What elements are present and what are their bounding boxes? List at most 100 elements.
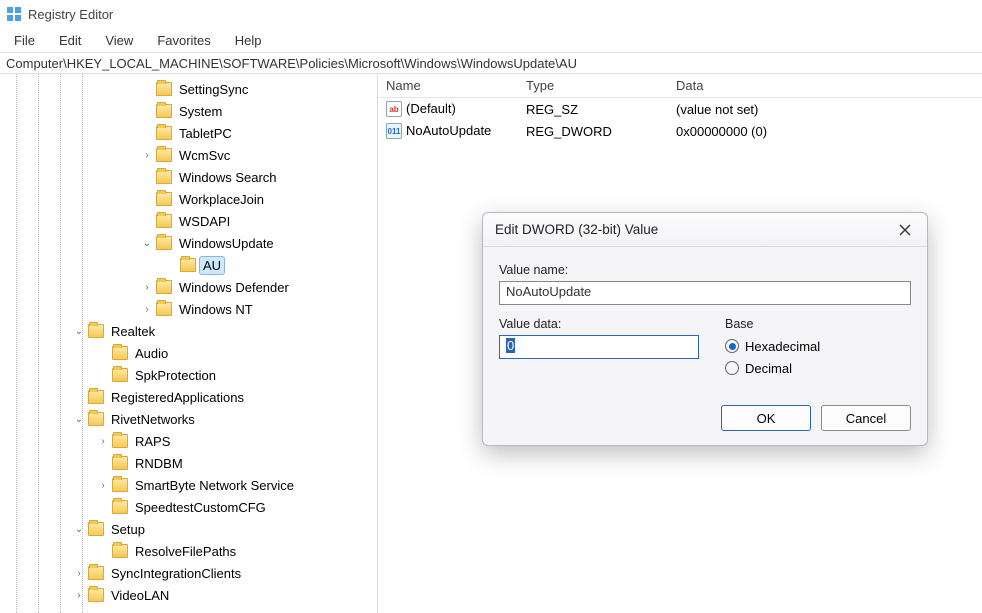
radio-decimal[interactable]: Decimal <box>725 357 820 379</box>
tree-node[interactable]: ›Windows NT <box>0 298 377 320</box>
chevron-down-icon[interactable]: ⌄ <box>72 414 86 425</box>
folder-icon <box>88 324 104 338</box>
tree-node[interactable]: · SettingSync <box>0 78 377 100</box>
folder-icon <box>156 214 172 228</box>
tree-node[interactable]: ⌄RivetNetworks <box>0 408 377 430</box>
tree-node[interactable]: ›SmartByte Network Service <box>0 474 377 496</box>
folder-icon <box>156 82 172 96</box>
folder-icon <box>88 566 104 580</box>
tree-node[interactable]: · AU <box>0 254 377 276</box>
tree-node[interactable]: ·Audio <box>0 342 377 364</box>
cancel-button[interactable]: Cancel <box>821 405 911 431</box>
folder-icon <box>88 522 104 536</box>
folder-icon <box>156 302 172 316</box>
app-icon <box>6 6 22 22</box>
tree-node[interactable]: ·RNDBM <box>0 452 377 474</box>
chevron-right-icon[interactable]: › <box>140 150 154 161</box>
tree-node-label: RNDBM <box>132 455 186 472</box>
col-header-type[interactable]: Type <box>518 78 668 93</box>
chevron-down-icon[interactable]: ⌄ <box>72 326 86 337</box>
tree-node[interactable]: ·WSDAPI <box>0 210 377 232</box>
tree-spacer: · <box>164 260 178 271</box>
folder-icon <box>156 148 172 162</box>
tree-node-label: SyncIntegrationClients <box>108 565 244 582</box>
folder-icon <box>156 170 172 184</box>
tree-node-label: SettingSync <box>176 81 251 98</box>
chevron-right-icon[interactable]: › <box>140 282 154 293</box>
folder-icon <box>112 368 128 382</box>
value-data-field[interactable]: 0 <box>499 335 699 359</box>
folder-icon <box>112 456 128 470</box>
value-data-label: Value data: <box>499 317 699 331</box>
close-icon[interactable] <box>895 220 915 240</box>
tree-node-label: TabletPC <box>176 125 235 142</box>
tree-node[interactable]: › SyncIntegrationClients <box>0 562 377 584</box>
tree-spacer: · <box>140 128 154 139</box>
col-header-name[interactable]: Name <box>378 78 518 93</box>
folder-icon <box>156 126 172 140</box>
tree-node-label: SpkProtection <box>132 367 219 384</box>
tree-node[interactable]: ·ResolveFilePaths <box>0 540 377 562</box>
folder-icon <box>156 236 172 250</box>
value-name-field[interactable]: NoAutoUpdate <box>499 281 911 305</box>
tree-node[interactable]: ·SpkProtection <box>0 364 377 386</box>
chevron-down-icon[interactable]: ⌄ <box>140 238 154 249</box>
tree-node[interactable]: · TabletPC <box>0 122 377 144</box>
folder-icon <box>88 412 104 426</box>
folder-icon <box>112 346 128 360</box>
tree-node[interactable]: ·System <box>0 100 377 122</box>
tree-node[interactable]: › RAPS <box>0 430 377 452</box>
tree-spacer: · <box>140 172 154 183</box>
menu-file[interactable]: File <box>4 31 45 50</box>
menu-view[interactable]: View <box>95 31 143 50</box>
tree-node[interactable]: ⌄Setup <box>0 518 377 540</box>
folder-icon <box>156 280 172 294</box>
tree-node[interactable]: ›WcmSvc <box>0 144 377 166</box>
dialog-title: Edit DWORD (32-bit) Value <box>495 222 658 237</box>
ok-button[interactable]: OK <box>721 405 811 431</box>
chevron-down-icon[interactable]: ⌄ <box>72 524 86 535</box>
radio-hexadecimal[interactable]: Hexadecimal <box>725 335 820 357</box>
chevron-right-icon[interactable]: › <box>96 480 110 491</box>
list-row[interactable]: 011NoAutoUpdateREG_DWORD0x00000000 (0) <box>378 120 982 142</box>
tree-node[interactable]: ›Windows Defender <box>0 276 377 298</box>
menu-help[interactable]: Help <box>225 31 272 50</box>
menu-edit[interactable]: Edit <box>49 31 91 50</box>
tree-spacer: · <box>140 84 154 95</box>
value-type: REG_DWORD <box>518 124 668 139</box>
edit-dword-dialog: Edit DWORD (32-bit) Value Value name: No… <box>482 212 928 446</box>
window-title: Registry Editor <box>28 7 113 22</box>
folder-icon <box>112 544 128 558</box>
folder-icon <box>88 390 104 404</box>
tree-node-label: ResolveFilePaths <box>132 543 239 560</box>
list-row[interactable]: ab(Default)REG_SZ(value not set) <box>378 98 982 120</box>
tree-node-label: WindowsUpdate <box>176 235 277 252</box>
menu-favorites[interactable]: Favorites <box>147 31 220 50</box>
list-header: Name Type Data <box>378 74 982 98</box>
tree-node[interactable]: ·RegisteredApplications <box>0 386 377 408</box>
tree-spacer: · <box>140 106 154 117</box>
tree-node[interactable]: ·Windows Search <box>0 166 377 188</box>
tree-node[interactable]: ⌄ WindowsUpdate <box>0 232 377 254</box>
chevron-right-icon[interactable]: › <box>96 436 110 447</box>
tree-spacer: · <box>96 502 110 513</box>
address-bar[interactable]: Computer\HKEY_LOCAL_MACHINE\SOFTWARE\Pol… <box>0 52 982 74</box>
tree-node[interactable]: ·WorkplaceJoin <box>0 188 377 210</box>
tree-node[interactable]: ›VideoLAN <box>0 584 377 606</box>
chevron-right-icon[interactable]: › <box>140 304 154 315</box>
col-header-data[interactable]: Data <box>668 78 982 93</box>
tree-node-label: AU <box>200 257 224 274</box>
tree-spacer: · <box>96 348 110 359</box>
tree-spacer: · <box>140 194 154 205</box>
chevron-right-icon[interactable]: › <box>72 590 86 601</box>
dialog-titlebar[interactable]: Edit DWORD (32-bit) Value <box>483 213 927 247</box>
radio-bullet-icon <box>725 339 739 353</box>
tree-node[interactable]: ⌄Realtek <box>0 320 377 342</box>
tree-node-label: RAPS <box>132 433 173 450</box>
chevron-right-icon[interactable]: › <box>72 568 86 579</box>
value-name-label: Value name: <box>499 263 911 277</box>
value-data-text: 0 <box>506 338 515 353</box>
tree-node[interactable]: ·SpeedtestCustomCFG <box>0 496 377 518</box>
value-name-text: NoAutoUpdate <box>506 284 591 299</box>
tree-pane[interactable]: ·SettingSync·System·TabletPC›WcmSvc·Wind… <box>0 74 378 613</box>
